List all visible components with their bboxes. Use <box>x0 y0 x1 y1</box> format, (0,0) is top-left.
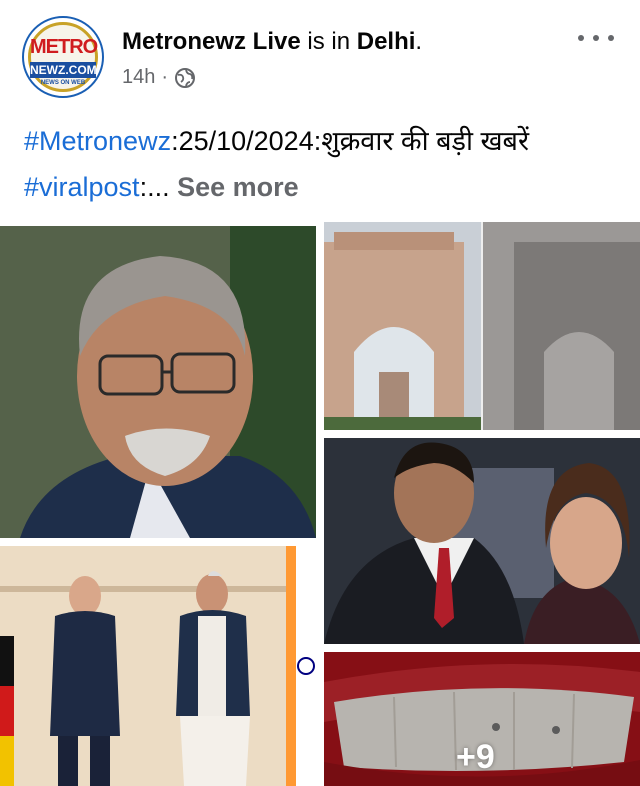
photo-1[interactable] <box>0 226 316 538</box>
author-name-link[interactable]: Metronewz Live <box>122 28 301 55</box>
caption-text-1: :25/10/2024:शुक्रवार की बड़ी खबरें <box>171 126 529 156</box>
photo-4[interactable] <box>0 546 316 786</box>
dot-1 <box>578 35 584 41</box>
photo-4-illustration <box>0 546 316 786</box>
more-photos-count[interactable]: +9 <box>456 738 495 777</box>
post-meta: 14h · <box>122 66 196 89</box>
logo-text-metro: METRO <box>30 36 98 58</box>
caption-text-2: :... <box>139 172 178 202</box>
globe-icon <box>175 67 196 88</box>
photo-1-illustration <box>0 226 316 538</box>
hashtag-viralpost[interactable]: #viralpost <box>24 172 140 202</box>
post-header: METRO NEWZ.COM NEWS ON WEB Metronewz Liv… <box>0 0 640 112</box>
logo-text-newz: NEWZ.COM <box>30 62 97 78</box>
post-title: Metronewz Live is in Delhi. <box>122 28 422 56</box>
photo-2-illustration <box>324 222 640 430</box>
page-avatar[interactable]: METRO NEWZ.COM NEWS ON WEB <box>22 16 104 98</box>
dot-2 <box>593 35 599 41</box>
photo-2[interactable] <box>324 222 640 430</box>
location-suffix: . <box>415 28 423 55</box>
more-options-button[interactable] <box>578 26 614 50</box>
location-link[interactable]: Delhi <box>357 28 416 55</box>
timestamp-link[interactable]: 14h <box>122 66 155 89</box>
logo-text-tagline: NEWS ON WEB <box>40 80 86 86</box>
is-in-text: is in <box>307 28 351 55</box>
photo-3[interactable] <box>324 438 640 644</box>
see-more-link[interactable]: See more <box>177 172 299 202</box>
photo-3-illustration <box>324 438 640 644</box>
meta-separator: · <box>161 66 169 88</box>
hashtag-metronewz[interactable]: #Metronewz <box>24 126 171 156</box>
post-caption: #Metronewz:25/10/2024:शुक्रवार की बड़ी ख… <box>24 118 624 210</box>
dot-3 <box>608 35 614 41</box>
